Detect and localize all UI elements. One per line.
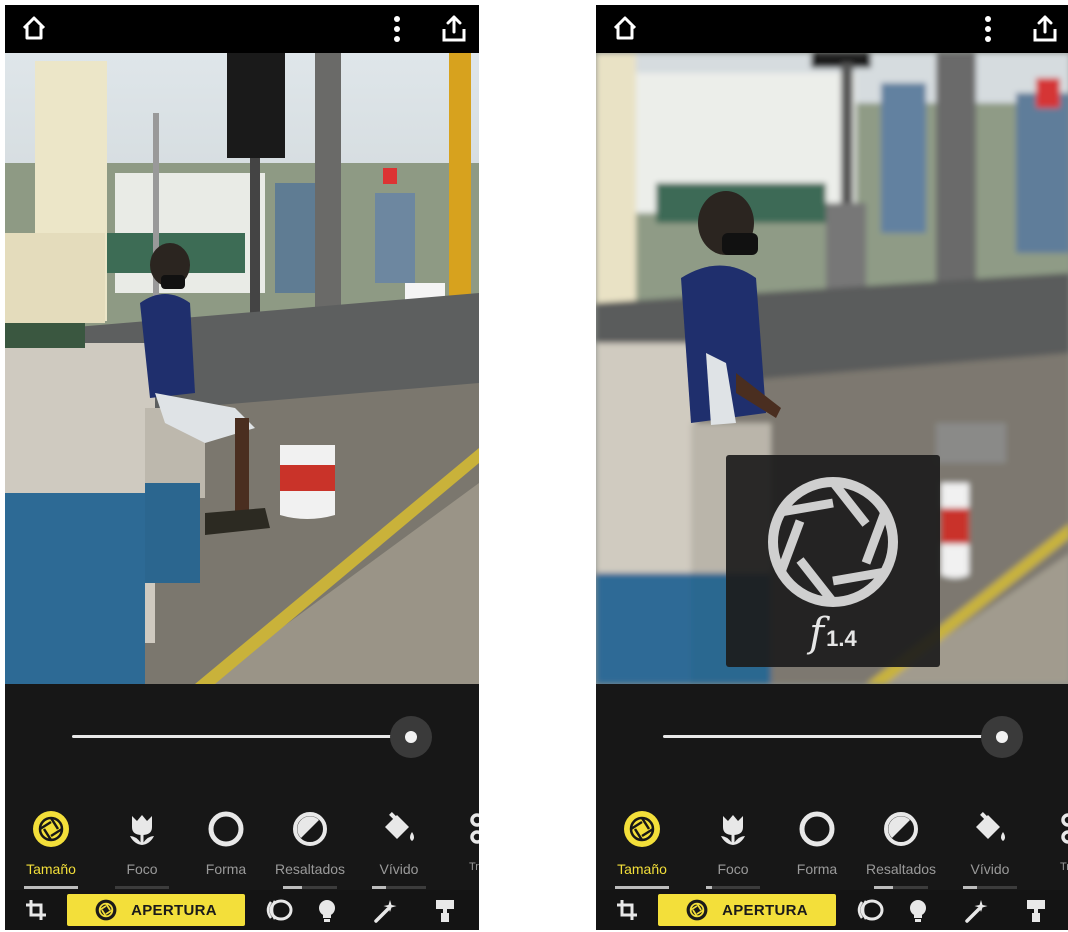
f-number: 1.4 — [826, 626, 857, 651]
bottom-tab-bar: APERTURA — [596, 890, 1068, 930]
crop-icon[interactable] — [616, 899, 638, 921]
tool-label: Resaltados — [274, 861, 346, 877]
share-upload-icon[interactable] — [441, 15, 467, 43]
magic-wand-icon[interactable] — [374, 899, 398, 923]
phone-screen-right: f1.4 Tamaño Foco Forma Resaltados Vívido… — [596, 5, 1068, 930]
phone-screen-left: Tamaño Foco Forma Resaltados Vívido Tr A… — [5, 5, 479, 930]
aperture-value-popup: f1.4 — [726, 455, 940, 667]
transform-icon — [470, 813, 479, 844]
lens-ring-icon[interactable] — [263, 899, 293, 921]
highlights-icon — [293, 812, 327, 846]
tool-foco[interactable]: Foco — [696, 804, 770, 890]
f-letter: f — [809, 610, 825, 656]
photo-preview[interactable] — [5, 53, 479, 684]
circle-shape-icon — [208, 811, 244, 847]
tab-apertura-label: APERTURA — [722, 901, 808, 919]
home-icon[interactable] — [612, 15, 638, 41]
aperture-size-slider-handle[interactable] — [996, 731, 1008, 743]
share-upload-icon[interactable] — [1032, 15, 1058, 43]
focus-tulip-icon — [721, 815, 745, 845]
tab-apertura-label: APERTURA — [131, 901, 217, 919]
magic-wand-icon[interactable] — [965, 899, 989, 923]
focus-tulip-icon — [130, 815, 154, 845]
tool-label: Foco — [126, 861, 158, 877]
lens-ring-icon[interactable] — [854, 899, 884, 921]
slider-panel — [5, 684, 479, 794]
tool-forma[interactable]: Forma — [780, 804, 854, 890]
tool-vivido[interactable]: Vívido — [362, 804, 436, 890]
aperture-size-slider-handle[interactable] — [405, 731, 417, 743]
photo-preview[interactable]: f1.4 — [596, 53, 1068, 684]
bottom-tab-bar: APERTURA — [5, 890, 479, 930]
tool-options-row: Tamaño Foco Forma Resaltados — [596, 794, 1068, 890]
tool-resaltados[interactable]: Resaltados — [864, 804, 938, 890]
tool-tamano[interactable]: Tamaño — [14, 804, 88, 890]
aperture-size-slider-track[interactable] — [663, 735, 1001, 738]
more-vertical-icon[interactable] — [393, 15, 401, 43]
tool-label: Foco — [717, 861, 749, 877]
tool-level-bar — [615, 886, 669, 889]
tool-forma[interactable]: Forma — [189, 804, 263, 890]
lightbulb-icon[interactable] — [909, 899, 927, 923]
tool-label: Transf — [469, 861, 479, 873]
tool-transf[interactable]: Transf — [445, 804, 479, 890]
slider-panel — [596, 684, 1068, 794]
aperture-icon — [768, 477, 898, 607]
aperture-size-slider-track[interactable] — [72, 735, 410, 738]
tool-level-bar — [372, 886, 426, 889]
tool-options-row: Tamaño Foco Forma Resaltados — [5, 794, 479, 890]
aperture-icon — [686, 899, 708, 921]
tool-vivido[interactable]: Vívido — [953, 804, 1027, 890]
tab-apertura[interactable]: APERTURA — [658, 894, 836, 926]
tool-level-bar — [115, 886, 169, 889]
tool-label: Forma — [796, 861, 838, 877]
tool-label: Tamaño — [617, 861, 667, 877]
paint-roller-icon[interactable] — [435, 899, 455, 923]
tool-label: Vívido — [970, 861, 1010, 877]
lightbulb-icon[interactable] — [318, 899, 336, 923]
aperture-icon — [624, 811, 660, 847]
tool-label: Tamaño — [26, 861, 76, 877]
tool-transf[interactable]: Transf — [1036, 804, 1068, 890]
transform-icon — [1061, 813, 1068, 844]
tool-label: Forma — [205, 861, 247, 877]
tool-label: Resaltados — [865, 861, 937, 877]
highlights-icon — [884, 812, 918, 846]
tool-level-bar — [963, 886, 1017, 889]
tool-level-bar — [24, 886, 78, 889]
tool-level-bar — [706, 886, 760, 889]
aperture-icon — [33, 811, 69, 847]
f-stop-value: f1.4 — [726, 610, 940, 656]
tool-foco[interactable]: Foco — [105, 804, 179, 890]
crop-icon[interactable] — [25, 899, 47, 921]
tool-resaltados[interactable]: Resaltados — [273, 804, 347, 890]
tab-apertura[interactable]: APERTURA — [67, 894, 245, 926]
top-bar — [596, 5, 1068, 53]
tool-tamano[interactable]: Tamaño — [605, 804, 679, 890]
home-icon[interactable] — [21, 15, 47, 41]
tool-label: Transf — [1060, 861, 1068, 873]
tool-label: Vívido — [379, 861, 419, 877]
paint-bucket-icon — [976, 812, 1005, 841]
tool-level-bar — [874, 886, 928, 889]
tool-level-bar — [283, 886, 337, 889]
circle-shape-icon — [799, 811, 835, 847]
paint-roller-icon[interactable] — [1026, 899, 1046, 923]
paint-bucket-icon — [385, 812, 414, 841]
top-bar — [5, 5, 479, 53]
aperture-icon — [95, 899, 117, 921]
more-vertical-icon[interactable] — [984, 15, 992, 43]
